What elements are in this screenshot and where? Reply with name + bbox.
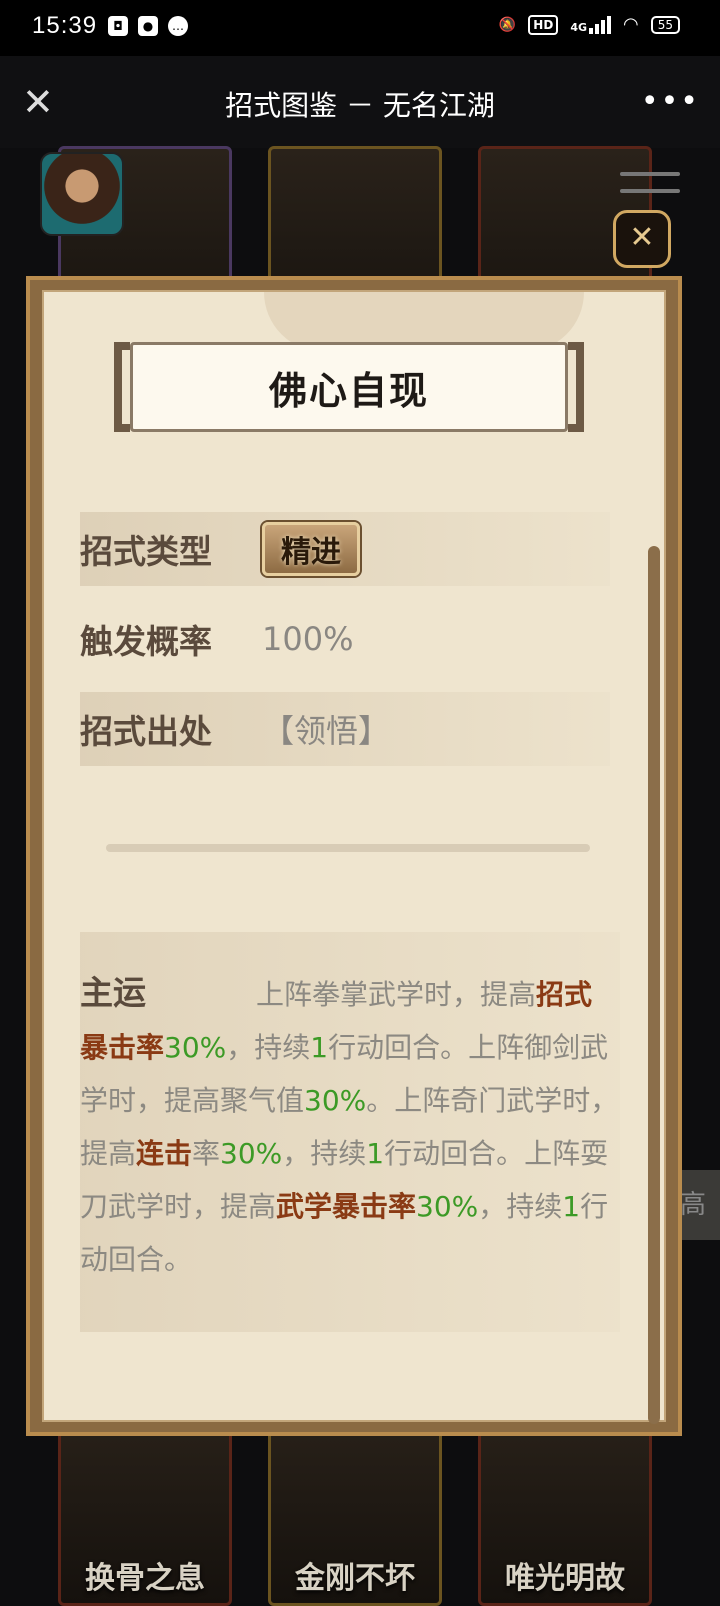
map-pin-icon: ● <box>138 16 158 36</box>
skill-type-badge: 精进 <box>262 522 360 576</box>
wifi-icon: ◠ <box>623 14 639 35</box>
description-number: 1 <box>366 1137 385 1170</box>
description-keyword: 连击 <box>136 1137 193 1170</box>
network-type: 4G <box>570 20 587 34</box>
left-bracket-ornament <box>114 342 130 432</box>
description-text: ，持续 <box>226 1031 311 1064</box>
skill-name-frame: 佛心自现 <box>130 342 568 432</box>
skill-source-label: 招式出处 <box>80 712 212 751</box>
player-avatar[interactable] <box>40 152 124 236</box>
dialog-scrollbar[interactable] <box>648 546 660 1424</box>
description-number: 30% <box>164 1031 227 1064</box>
mute-bell-icon: 🔕 <box>498 16 517 33</box>
trigger-rate-row: 触发概率 100% <box>80 602 610 676</box>
description-text: 率 <box>192 1137 221 1170</box>
bg-skill-card-label: 换骨之息 <box>85 1561 205 1596</box>
more-options-icon[interactable]: ••• <box>641 84 700 119</box>
menu-icon[interactable] <box>620 172 680 206</box>
dialog-parchment: 佛心自现 招式类型 精进 触发概率 100% 招式出处 【领悟】 主运 上阵拳掌武… <box>42 290 666 1424</box>
status-system-icons: 🔕 HD 4G ◠ 55 <box>499 14 680 35</box>
description-keyword: 武学暴击率 <box>276 1190 417 1223</box>
skill-description-text: 主运 上阵拳掌武学时，提高招式暴击率30%，持续1行动回合。上阵御剑武学时，提高聚… <box>80 966 620 1286</box>
status-bar: 15:39 ◘ ● … 🔕 HD 4G ◠ 55 <box>0 0 720 56</box>
bg-skill-card-label: 唯光明故 <box>505 1561 625 1596</box>
description-number: 30% <box>220 1137 283 1170</box>
section-divider <box>106 844 590 852</box>
skill-source-value: 【领悟】 <box>262 712 391 750</box>
trigger-rate-value: 100% <box>262 620 354 658</box>
skill-type-row: 招式类型 精进 <box>80 512 610 586</box>
signal-icon: 4G <box>570 15 611 34</box>
app-title-bar: ✕ 招式图鉴 － 无名江湖 ••• <box>0 56 720 148</box>
description-number: 1 <box>562 1190 581 1223</box>
description-lead: 主运 <box>80 973 146 1012</box>
skill-title-plate: 佛心自现 <box>114 342 584 432</box>
trigger-rate-label: 触发概率 <box>80 622 212 661</box>
skill-name: 佛心自现 <box>268 368 429 413</box>
skill-source-row: 招式出处 【领悟】 <box>80 692 610 766</box>
description-number: 30% <box>416 1190 479 1223</box>
skill-detail-dialog: 佛心自现 招式类型 精进 触发概率 100% 招式出处 【领悟】 主运 上阵拳掌武… <box>26 276 682 1436</box>
gamepad-icon: ◘ <box>108 16 128 36</box>
battery-level: 55 <box>657 17 673 32</box>
hd-icon: HD <box>528 14 559 35</box>
status-time: 15:39 <box>32 12 98 39</box>
skill-description: 主运 上阵拳掌武学时，提高招式暴击率30%，持续1行动回合。上阵御剑武学时，提高聚… <box>80 932 620 1332</box>
status-notification-icons: ◘ ● … <box>108 16 188 36</box>
chat-bubble-icon: … <box>168 16 188 36</box>
description-number: 1 <box>310 1031 329 1064</box>
description-number: 30% <box>304 1084 367 1117</box>
description-text: 上阵拳掌武学时，提高 <box>256 978 537 1011</box>
right-bracket-ornament <box>568 342 584 432</box>
battery-icon: 55 <box>650 15 680 34</box>
bg-skill-card-label: 金刚不坏 <box>295 1561 415 1596</box>
description-text: ，持续 <box>282 1137 367 1170</box>
page-title: 招式图鉴 － 无名江湖 <box>225 89 495 122</box>
description-text: ，持续 <box>478 1190 563 1223</box>
skill-type-label: 招式类型 <box>80 532 212 571</box>
side-tab[interactable]: 高不 <box>680 1170 720 1240</box>
modal-close-button[interactable]: ✕ <box>613 210 671 268</box>
